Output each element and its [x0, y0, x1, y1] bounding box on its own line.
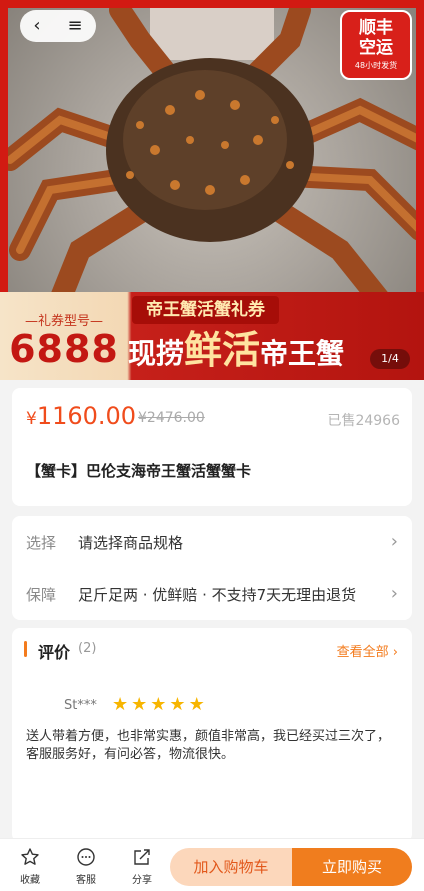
star-icon: ★ [112, 694, 129, 715]
chevron-right-icon: › [390, 583, 398, 604]
top-nav-capsule: ‹ ≡ [20, 10, 96, 42]
spec-value: 请选择商品规格 [78, 534, 184, 552]
star-icon: ★ [169, 694, 186, 715]
chevron-right-icon: › [392, 645, 398, 660]
share-icon [122, 845, 162, 869]
voucher-number: 6888 [9, 327, 119, 371]
review-text: 送人带着方便，也非常实惠，颜值非常高，我已经买过三次了，客服服务好，有问必答，物… [26, 729, 391, 762]
review-title: 评价 [38, 643, 71, 662]
reviewer-name: St*** [64, 698, 97, 713]
product-title: 【蟹卡】巴伦支海帝王蟹活蟹蟹卡 [26, 462, 252, 480]
price-value: 1160.00 [36, 402, 137, 430]
view-all-reviews-link[interactable]: 查看全部 › [337, 641, 398, 660]
sold-count: 已售24966 [327, 413, 400, 429]
badge-line-2: 空运 [359, 38, 393, 58]
star-icon: ★ [188, 694, 205, 715]
review-rating: ★ ★ ★ ★ ★ [112, 696, 205, 714]
review-header: 评价 (2) 查看全部 › [12, 628, 412, 672]
price-symbol: ¥ [26, 409, 37, 429]
badge-line-3: 48小时发货 [354, 61, 398, 70]
menu-icon[interactable]: ≡ [67, 17, 82, 35]
share-button[interactable]: 分享 [122, 845, 162, 886]
headline-prefix: 现捞 [128, 337, 185, 370]
customer-service-button[interactable]: 客服 [66, 845, 106, 886]
spec-row-select[interactable]: 选择 请选择商品规格 › [12, 516, 412, 568]
review-card: 评价 (2) 查看全部 › St*** ★ ★ ★ ★ ★ 送人带着方便，也非常… [12, 628, 412, 842]
back-icon[interactable]: ‹ [33, 17, 40, 35]
chevron-right-icon: › [390, 531, 398, 552]
star-icon: ★ [150, 694, 167, 715]
section-accent-bar [24, 641, 27, 657]
original-price: ¥2476.00 [138, 410, 205, 426]
favorite-button[interactable]: 收藏 [10, 845, 50, 886]
spec-key: 保障 [26, 586, 57, 604]
view-all-label: 查看全部 [336, 645, 389, 660]
review-count: (2) [78, 641, 97, 656]
voucher-type: —礼券型号— 6888 [0, 292, 128, 380]
add-to-cart-button[interactable]: 加入购物车 [170, 848, 292, 886]
banner-ribbon: 帝王蟹活蟹礼券 [132, 296, 279, 324]
banner-headline: 现捞鲜活帝王蟹 [128, 326, 344, 378]
spec-card: 选择 请选择商品规格 › 保障 足斤足两 · 优鲜赔 · 不支持7天无理由退货 … [12, 516, 412, 620]
favorite-label: 收藏 [20, 875, 40, 886]
buy-now-button[interactable]: 立即购买 [292, 848, 412, 886]
spec-key: 选择 [26, 534, 57, 552]
bottom-action-bar: 收藏 客服 分享 加入购物车 立即购买 [0, 838, 424, 891]
badge-line-1: 顺丰 [359, 18, 393, 38]
share-label: 分享 [132, 875, 152, 886]
shipping-badge: 顺丰 空运 48小时发货 [340, 10, 412, 80]
star-outline-icon [10, 845, 50, 869]
chat-bubble-icon [66, 845, 106, 869]
current-price: ¥1160.00 [26, 402, 136, 430]
spec-row-guarantee[interactable]: 保障 足斤足两 · 优鲜赔 · 不支持7天无理由退货 › [12, 568, 412, 620]
star-icon: ★ [131, 694, 148, 715]
spec-value: 足斤足两 · 优鲜赔 · 不支持7天无理由退货 [78, 586, 357, 604]
headline-suffix: 帝王蟹 [260, 337, 345, 370]
service-label: 客服 [76, 875, 96, 886]
headline-highlight: 鲜活 [184, 328, 261, 372]
price-card: ¥1160.00 ¥2476.00 已售24966 【蟹卡】巴伦支海帝王蟹活蟹蟹… [12, 388, 412, 506]
carousel-pager: 1/4 [370, 349, 410, 369]
